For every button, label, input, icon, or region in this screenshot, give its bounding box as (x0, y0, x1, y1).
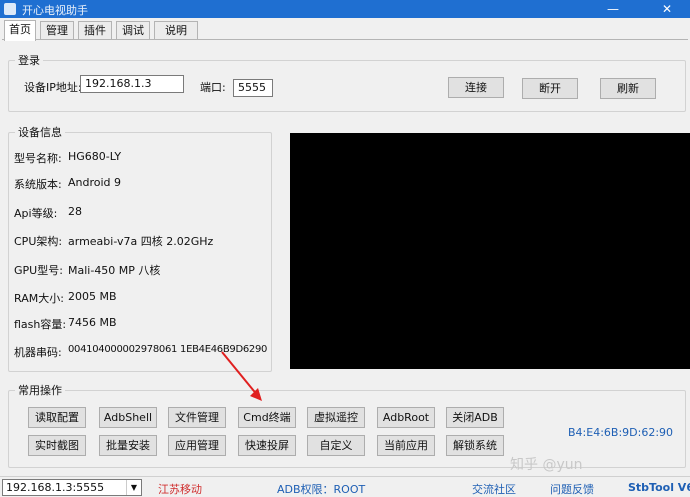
tab-home[interactable]: 首页 (4, 20, 36, 41)
read-config-button[interactable]: 读取配置 (28, 407, 86, 428)
status-bar: 192.168.1.3:5555 ▼ 江苏移动 ADB权限：ROOT 交流社区 … (0, 476, 690, 497)
current-app-button[interactable]: 当前应用 (377, 435, 435, 456)
cmd-terminal-button[interactable]: Cmd终端 (238, 407, 296, 428)
common-ops-legend: 常用操作 (18, 384, 62, 397)
os-version-label: 系统版本: (14, 178, 62, 191)
minimize-button[interactable]: — (596, 0, 630, 18)
cpu-value: armeabi-v7a 四核 2.02GHz (68, 235, 214, 248)
port-label: 端口: (200, 81, 226, 94)
ram-value: 2005 MB (68, 290, 117, 303)
tab-debug[interactable]: 调试 (116, 21, 150, 40)
watermark: 知乎 @yun (510, 457, 583, 473)
virtual-remote-button[interactable]: 虚拟遥控 (307, 407, 365, 428)
tab-plugins[interactable]: 插件 (78, 21, 112, 40)
flash-value: 7456 MB (68, 316, 117, 329)
ip-label: 设备IP地址: (24, 81, 82, 94)
version-label: StbTool V6.2 (628, 481, 690, 494)
api-level-value: 28 (68, 205, 82, 218)
flash-label: flash容量: (14, 318, 67, 331)
mac-address: B4:E4:6B:9D:62:90 (568, 426, 674, 439)
disconnect-button[interactable]: 断开 (522, 78, 578, 99)
tab-help[interactable]: 说明 (154, 21, 198, 40)
device-info-legend: 设备信息 (18, 126, 62, 139)
ip-input[interactable]: 192.168.1.3 (80, 75, 184, 93)
tab-manage[interactable]: 管理 (40, 21, 74, 40)
port-input[interactable]: 5555 (233, 79, 273, 97)
custom-button[interactable]: 自定义 (307, 435, 365, 456)
title-bar: 开心电视助手 — ✕ (0, 0, 690, 18)
api-level-label: Api等级: (14, 207, 58, 220)
serial-label: 机器串码: (14, 346, 62, 359)
chevron-down-icon: ▼ (126, 480, 141, 495)
serial-value: 004104000002978061 1EB4E46B9D6290 (68, 344, 268, 355)
model-value: HG680-LY (68, 150, 122, 163)
screenshot-button[interactable]: 实时截图 (28, 435, 86, 456)
gpu-label: GPU型号: (14, 264, 63, 277)
community-link[interactable]: 交流社区 (472, 481, 516, 497)
adbroot-button[interactable]: AdbRoot (377, 407, 435, 428)
app-manager-button[interactable]: 应用管理 (168, 435, 226, 456)
model-label: 型号名称: (14, 152, 62, 165)
device-select-value: 192.168.1.3:5555 (6, 481, 105, 494)
refresh-button[interactable]: 刷新 (600, 78, 656, 99)
unlock-system-button[interactable]: 解锁系统 (446, 435, 504, 456)
ram-label: RAM大小: (14, 292, 64, 305)
window-title: 开心电视助手 (22, 4, 88, 17)
adb-permission-status: ADB权限：ROOT (277, 483, 366, 496)
login-legend: 登录 (18, 54, 40, 67)
gpu-value: Mali-450 MP 八核 (68, 264, 161, 277)
feedback-link[interactable]: 问题反馈 (550, 481, 594, 497)
adbshell-button[interactable]: AdbShell (99, 407, 157, 428)
carrier-status: 江苏移动 (158, 483, 202, 496)
screen-preview (290, 133, 690, 369)
device-select[interactable]: 192.168.1.3:5555 ▼ (2, 479, 142, 496)
close-button[interactable]: ✕ (650, 0, 684, 18)
cpu-label: CPU架构: (14, 235, 63, 248)
close-adb-button[interactable]: 关闭ADB (446, 407, 504, 428)
batch-install-button[interactable]: 批量安装 (99, 435, 157, 456)
app-icon (4, 3, 16, 15)
connect-button[interactable]: 连接 (448, 77, 504, 98)
file-manager-button[interactable]: 文件管理 (168, 407, 226, 428)
os-version-value: Android 9 (68, 176, 122, 189)
quick-cast-button[interactable]: 快速投屏 (238, 435, 296, 456)
